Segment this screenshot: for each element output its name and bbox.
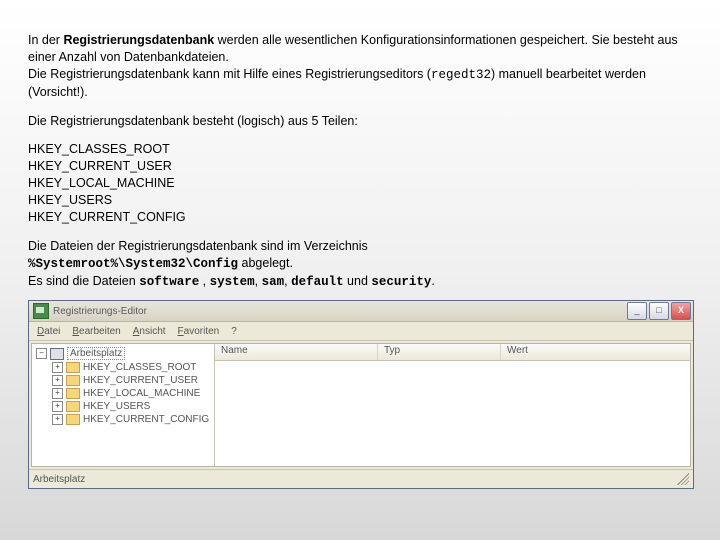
collapse-icon[interactable]: − — [36, 348, 47, 359]
menu-favoriten[interactable]: Favoriten — [172, 326, 226, 337]
expand-icon[interactable]: + — [52, 375, 63, 386]
intro-paragraph: In der Registrierungsdatenbank werden al… — [28, 32, 692, 101]
resize-grip-icon[interactable] — [677, 473, 689, 485]
hkey-item: HKEY_CLASSES_ROOT — [28, 141, 692, 158]
tree-item[interactable]: + HKEY_LOCAL_MACHINE — [34, 387, 214, 400]
files-paragraph: Die Dateien der Registrierungsdatenbank … — [28, 238, 692, 291]
minimize-button[interactable]: _ — [627, 302, 647, 320]
menu-help[interactable]: ? — [225, 326, 243, 337]
titlebar[interactable]: Registrierungs-Editor _ □ X — [29, 301, 693, 322]
hkey-list: HKEY_CLASSES_ROOT HKEY_CURRENT_USER HKEY… — [28, 141, 692, 225]
list-header: Name Typ Wert — [215, 344, 690, 361]
status-text: Arbeitsplatz — [33, 474, 85, 485]
hkey-item: HKEY_USERS — [28, 192, 692, 209]
close-button[interactable]: X — [671, 302, 691, 320]
tree-item[interactable]: + HKEY_CURRENT_CONFIG — [34, 413, 214, 426]
column-wert[interactable]: Wert — [501, 344, 690, 360]
list-pane[interactable]: Name Typ Wert — [215, 344, 690, 466]
tree-item[interactable]: + HKEY_CLASSES_ROOT — [34, 361, 214, 374]
folder-icon — [66, 375, 80, 386]
maximize-button[interactable]: □ — [649, 302, 669, 320]
computer-icon — [50, 348, 64, 360]
tree-pane[interactable]: − Arbeitsplatz + HKEY_CLASSES_ROOT + HKE… — [32, 344, 215, 466]
window-title: Registrierungs-Editor — [53, 306, 627, 317]
hkey-item: HKEY_CURRENT_USER — [28, 158, 692, 175]
column-name[interactable]: Name — [215, 344, 378, 360]
tree-item[interactable]: + HKEY_CURRENT_USER — [34, 374, 214, 387]
menu-bearbeiten[interactable]: Bearbeiten — [66, 326, 126, 337]
registry-editor-window: Registrierungs-Editor _ □ X Datei Bearbe… — [28, 300, 694, 489]
hkey-item: HKEY_CURRENT_CONFIG — [28, 209, 692, 226]
tree-root[interactable]: − Arbeitsplatz — [34, 346, 214, 361]
expand-icon[interactable]: + — [52, 388, 63, 399]
folder-icon — [66, 388, 80, 399]
statusbar: Arbeitsplatz — [29, 469, 693, 488]
column-type[interactable]: Typ — [378, 344, 501, 360]
app-icon — [33, 303, 49, 319]
menu-datei[interactable]: Datei — [31, 326, 66, 337]
folder-icon — [66, 401, 80, 412]
menu-ansicht[interactable]: Ansicht — [127, 326, 172, 337]
expand-icon[interactable]: + — [52, 414, 63, 425]
intro-parts: Die Registrierungsdatenbank besteht (log… — [28, 113, 692, 130]
hkey-item: HKEY_LOCAL_MACHINE — [28, 175, 692, 192]
expand-icon[interactable]: + — [52, 362, 63, 373]
folder-icon — [66, 414, 80, 425]
folder-icon — [66, 362, 80, 373]
expand-icon[interactable]: + — [52, 401, 63, 412]
tree-item[interactable]: + HKEY_USERS — [34, 400, 214, 413]
menubar: Datei Bearbeiten Ansicht Favoriten ? — [29, 322, 693, 341]
